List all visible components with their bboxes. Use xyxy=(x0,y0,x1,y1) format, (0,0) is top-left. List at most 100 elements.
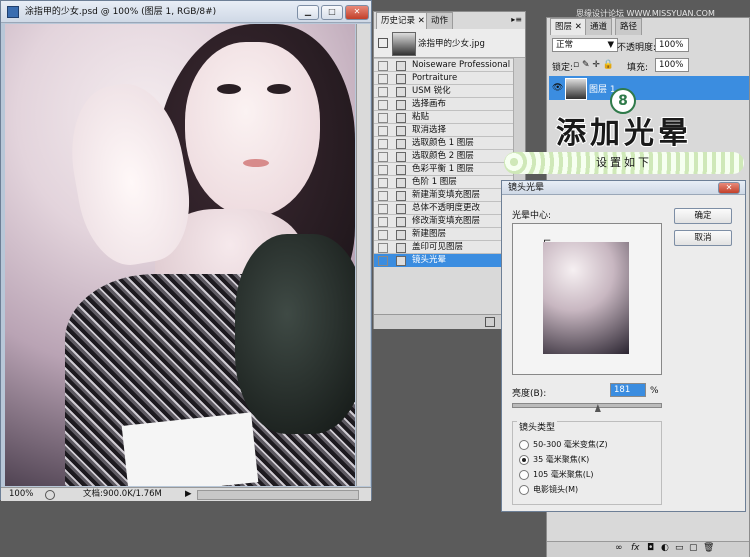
history-brush-source-icon[interactable] xyxy=(378,139,388,149)
opacity-value: 100% xyxy=(659,40,684,50)
history-brush-source-icon[interactable] xyxy=(378,243,388,253)
maximize-button[interactable]: □ xyxy=(321,5,343,20)
history-step-icon xyxy=(396,139,406,149)
percent-sign: % xyxy=(650,386,659,396)
fx-icon[interactable]: fx xyxy=(631,543,640,553)
history-item[interactable]: 镜头光晕 xyxy=(374,253,522,267)
tab-history[interactable]: 历史记录 ✕ xyxy=(376,12,430,29)
face-shape xyxy=(185,42,320,217)
history-brush-source-icon[interactable] xyxy=(378,178,388,188)
history-item[interactable]: Portraiture xyxy=(374,71,522,85)
history-item[interactable]: 盖印可见图层 xyxy=(374,240,522,254)
lens-option-radio[interactable] xyxy=(519,470,529,480)
history-brush-source-icon[interactable] xyxy=(378,217,388,227)
history-brush-source-icon[interactable] xyxy=(378,230,388,240)
lens-option-label[interactable]: 50-300 毫米变焦(Z) xyxy=(533,439,608,450)
new-snapshot-icon[interactable] xyxy=(485,317,495,327)
photoshop-doc-icon xyxy=(7,5,19,18)
history-brush-source-icon[interactable] xyxy=(378,126,388,136)
history-item-label: 镜头光晕 xyxy=(412,255,447,265)
opacity-input[interactable]: 100% xyxy=(655,38,689,52)
adjustment-icon[interactable]: ◐ xyxy=(661,543,669,553)
history-step-icon xyxy=(396,256,406,266)
minimize-button[interactable]: ▁ xyxy=(297,5,319,20)
document-title-bar[interactable]: 涂指甲的少女.psd @ 100% (图层 1, RGB/8#) ▁ □ ✕ xyxy=(1,1,371,23)
dialog-title-bar[interactable]: 镜头光晕 ✕ xyxy=(502,181,745,195)
delete-layer-icon[interactable]: 🗑 xyxy=(703,543,714,553)
history-brush-source-icon[interactable] xyxy=(378,87,388,97)
status-arrow-icon[interactable]: ▶ xyxy=(185,488,192,501)
tab-actions[interactable]: 动作 xyxy=(426,12,454,29)
dialog-close-button[interactable]: ✕ xyxy=(718,182,740,194)
history-brush-source-icon[interactable] xyxy=(378,61,388,71)
blend-mode-select[interactable]: 正常 ▼ xyxy=(552,38,618,52)
brightness-input[interactable]: 181 xyxy=(610,383,646,397)
history-brush-source-icon[interactable] xyxy=(378,256,388,266)
lens-type-label: 镜头类型 xyxy=(517,420,558,433)
cancel-button[interactable]: 取消 xyxy=(674,230,732,246)
tab-paths[interactable]: 路径 xyxy=(615,18,643,35)
history-step-icon xyxy=(396,217,406,227)
history-snapshot[interactable]: 涂指甲的少女.jpg xyxy=(374,29,525,58)
vertical-scrollbar[interactable] xyxy=(356,24,370,486)
history-brush-source-icon[interactable] xyxy=(378,74,388,84)
fill-value: 100% xyxy=(659,60,684,70)
history-brush-source-icon[interactable] xyxy=(378,152,388,162)
tab-actions-label: 动作 xyxy=(431,16,449,26)
fill-label: 填充: xyxy=(627,63,649,73)
history-step-icon xyxy=(396,152,406,162)
history-brush-source-icon[interactable] xyxy=(378,191,388,201)
history-brush-source-icon[interactable] xyxy=(378,165,388,175)
zoom-level[interactable]: 100% xyxy=(9,488,33,501)
history-step-icon xyxy=(396,178,406,188)
history-step-icon xyxy=(396,230,406,240)
shoulder-shape xyxy=(235,234,355,434)
history-item[interactable]: 修改渐变填充图层 xyxy=(374,214,522,228)
tab-channels-label: 通道 xyxy=(590,22,608,32)
document-window: 涂指甲的少女.psd @ 100% (图层 1, RGB/8#) ▁ □ ✕ 1… xyxy=(0,0,372,501)
history-step-icon xyxy=(396,113,406,123)
snapshot-brush-icon xyxy=(378,38,388,48)
white-paper-shape xyxy=(121,412,259,486)
panel-menu-icon[interactable]: ▸≡ xyxy=(511,15,522,24)
brightness-slider-track[interactable] xyxy=(512,403,662,408)
horizontal-scrollbar[interactable] xyxy=(197,490,359,500)
history-brush-source-icon[interactable] xyxy=(378,100,388,110)
history-item[interactable]: 新建图层 xyxy=(374,227,522,241)
group-icon[interactable]: ▭ xyxy=(675,543,684,553)
lens-option-radio[interactable] xyxy=(519,440,529,450)
lens-option-label[interactable]: 105 毫米聚焦(L) xyxy=(533,469,594,480)
lens-option-label[interactable]: 电影镜头(M) xyxy=(533,484,578,495)
history-step-icon xyxy=(396,100,406,110)
history-item[interactable]: 新建渐变填充图层 xyxy=(374,188,522,202)
link-icon[interactable]: ∞ xyxy=(615,543,623,553)
canvas-image[interactable] xyxy=(5,24,355,486)
history-step-icon xyxy=(396,204,406,214)
lens-option-radio[interactable] xyxy=(519,485,529,495)
tab-paths-label: 路径 xyxy=(620,22,638,32)
ok-button[interactable]: 确定 xyxy=(674,208,732,224)
close-button[interactable]: ✕ xyxy=(345,5,369,20)
tab-channels[interactable]: 通道 xyxy=(585,18,613,35)
new-layer-icon[interactable]: ▢ xyxy=(689,543,698,553)
lens-flare-dialog: 镜头光晕 ✕ 光晕中心: ⌐ 确定 取消 亮度(B): 181 % 镜头类型 5… xyxy=(501,180,746,512)
blend-mode-value: 正常 xyxy=(556,40,574,50)
preview-thumbnail xyxy=(543,242,629,354)
history-item[interactable]: Noiseware Professional xyxy=(374,58,522,72)
lens-option-radio[interactable] xyxy=(519,455,529,465)
history-brush-source-icon[interactable] xyxy=(378,204,388,214)
mask-icon[interactable]: ◘ xyxy=(647,543,654,553)
lock-icons[interactable]: ▫ ✎ ✛ 🔒 xyxy=(573,60,614,70)
mouth-shape xyxy=(243,159,269,167)
fill-input[interactable]: 100% xyxy=(655,58,689,72)
lens-option-label[interactable]: 35 毫米聚焦(K) xyxy=(533,454,589,465)
tutorial-banner: 8 添加光晕 设置如下 xyxy=(498,88,750,180)
flare-preview[interactable]: ⌐ xyxy=(512,223,662,375)
history-brush-source-icon[interactable] xyxy=(378,113,388,123)
snapshot-label: 涂指甲的少女.jpg xyxy=(418,39,485,49)
history-item[interactable]: 总体不透明度更改 xyxy=(374,201,522,215)
history-step-icon xyxy=(396,126,406,136)
status-icon[interactable] xyxy=(45,490,55,500)
banner-subtitle: 设置如下 xyxy=(596,156,652,169)
tab-layers[interactable]: 图层 ✕ xyxy=(550,18,587,35)
